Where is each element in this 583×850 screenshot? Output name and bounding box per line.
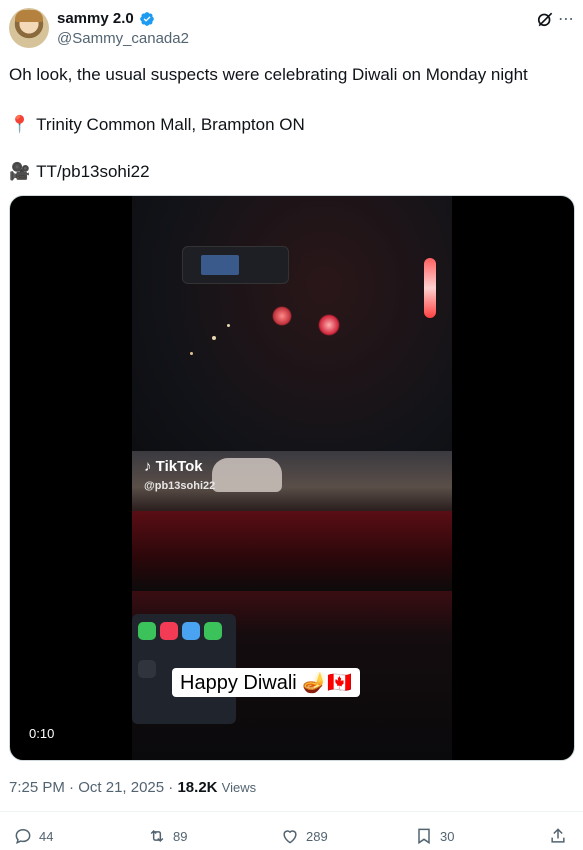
heart-icon: [283, 830, 297, 844]
repost-icon: [150, 829, 164, 843]
tweet-location-line: 📍 Trinity Common Mall, Brampton ON: [9, 114, 305, 136]
avatar[interactable]: [9, 8, 49, 48]
grok-icon[interactable]: [535, 9, 555, 29]
tiktok-watermark: ♪ TikTok: [144, 458, 203, 475]
views-label: Views: [221, 780, 257, 795]
share-button[interactable]: [548, 826, 568, 846]
video-dashcam: [182, 246, 289, 284]
repost-button[interactable]: 89: [147, 826, 187, 846]
video-duration: 0:10: [29, 726, 55, 741]
firework-spark: [190, 352, 193, 355]
tweet-source-line: 🎥 TT/pb13sohi22: [9, 161, 150, 183]
tweet-time[interactable]: 7:25 PM: [9, 779, 65, 796]
meta-separator: ·: [168, 779, 174, 796]
video-car: [212, 458, 282, 492]
tweet-meta: 7:25 PM · Oct 21, 2025 · 18.2K Views: [9, 779, 256, 796]
like-count: 289: [306, 828, 328, 844]
reply-icon: [15, 828, 31, 845]
bookmark-icon: [418, 828, 430, 845]
firework-spark: [212, 336, 216, 340]
reply-button[interactable]: 44: [13, 826, 53, 846]
tiktok-watermark-user: @pb13sohi22: [144, 480, 216, 492]
bookmark-button[interactable]: 30: [414, 826, 454, 846]
verified-badge-icon: [139, 11, 154, 26]
meta-separator: ·: [69, 779, 75, 796]
views-count: 18.2K: [177, 779, 218, 796]
firework-spark: [227, 324, 230, 327]
author-name-row: sammy 2.0: [57, 10, 155, 27]
location-text: Trinity Common Mall, Brampton ON: [36, 115, 305, 134]
tweet-date[interactable]: Oct 21, 2025: [78, 779, 164, 796]
firework-spark: [424, 258, 436, 318]
video-caption: Happy Diwali 🪔🇨🇦: [172, 668, 361, 697]
firework-spark: [272, 306, 292, 326]
author-handle[interactable]: @Sammy_canada2: [57, 30, 189, 47]
tweet-text-line1: Oh look, the usual suspects were celebra…: [9, 65, 528, 84]
reply-count: 44: [39, 828, 54, 844]
divider: [0, 811, 583, 812]
like-button[interactable]: 289: [280, 826, 328, 846]
more-options-icon[interactable]: ⋯: [558, 9, 575, 29]
bookmark-count: 30: [440, 828, 455, 844]
source-text: TT/pb13sohi22: [36, 162, 150, 181]
firework-spark: [318, 314, 340, 336]
round-pushpin-emoji: 📍: [9, 115, 31, 134]
video-player[interactable]: ♪ TikTok @pb13sohi22 Happy Diwali 🪔🇨🇦 0:…: [9, 195, 575, 761]
movie-camera-emoji: 🎥: [9, 162, 31, 181]
display-name[interactable]: sammy 2.0: [57, 10, 134, 27]
repost-count: 89: [173, 828, 188, 844]
share-icon: [551, 828, 565, 843]
video-dashboard: [132, 511, 452, 591]
